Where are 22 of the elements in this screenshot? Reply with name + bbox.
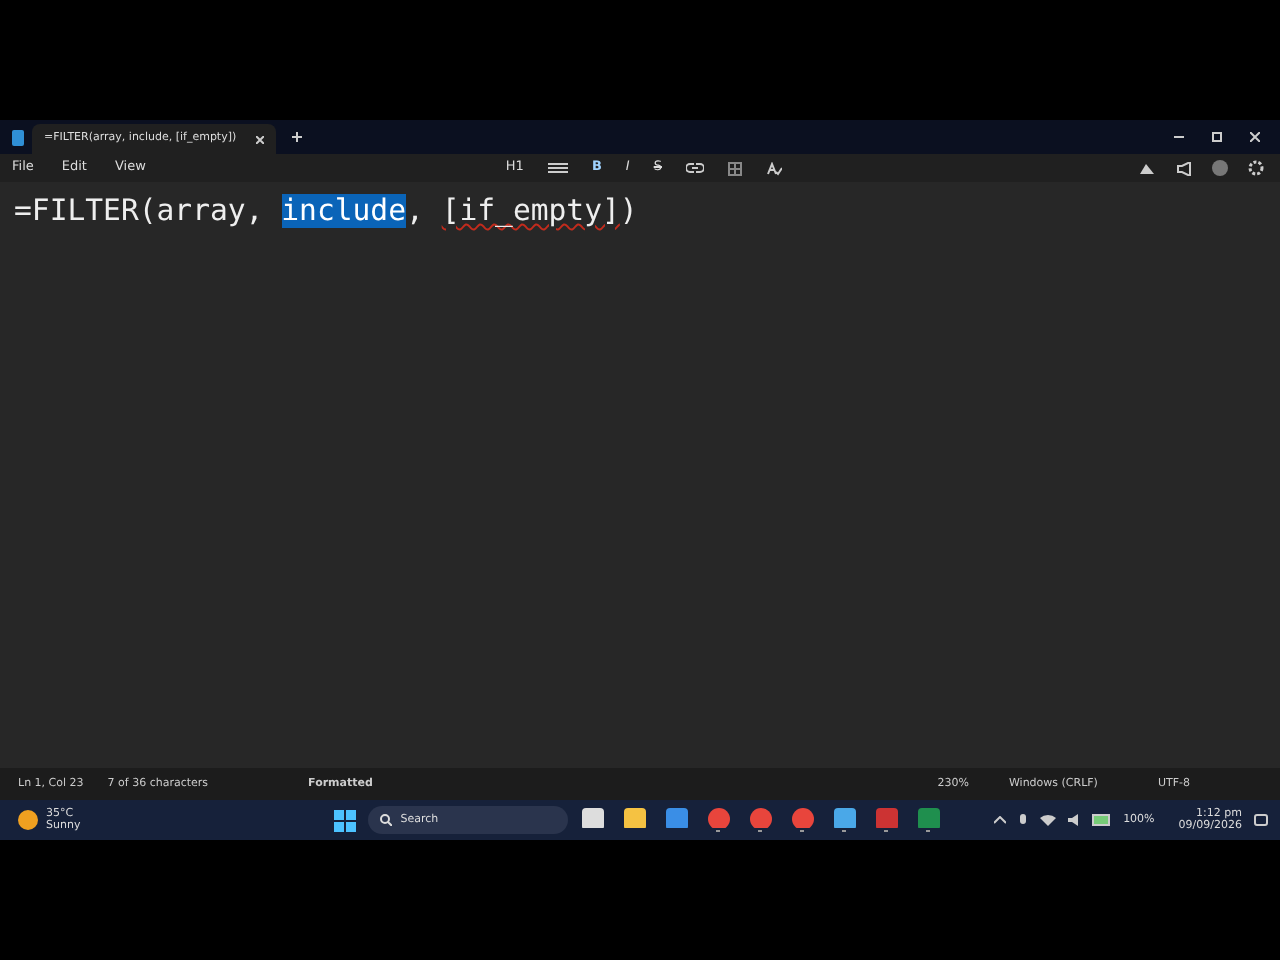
speaker-icon[interactable] bbox=[1067, 814, 1080, 826]
link-icon[interactable] bbox=[685, 162, 704, 174]
microphone-icon[interactable] bbox=[1017, 813, 1028, 827]
new-tab-icon[interactable] bbox=[292, 132, 303, 142]
restore-icon[interactable] bbox=[1212, 132, 1222, 142]
notification-icon[interactable] bbox=[1254, 813, 1268, 827]
app-icon[interactable] bbox=[581, 808, 604, 829]
table-icon[interactable] bbox=[727, 161, 742, 175]
chevron-icon[interactable] bbox=[993, 816, 1006, 824]
close-icon[interactable] bbox=[256, 135, 265, 143]
search-icon bbox=[380, 814, 393, 826]
editor-text[interactable]: =FILTER(array, include, [if_empty]) bbox=[14, 194, 1266, 230]
battery-icon[interactable] bbox=[1091, 814, 1112, 826]
start-icon[interactable] bbox=[334, 809, 357, 831]
close-icon[interactable] bbox=[1250, 132, 1260, 142]
sun-icon[interactable] bbox=[18, 810, 38, 830]
wifi-icon[interactable] bbox=[1039, 814, 1056, 826]
megaphone-icon[interactable] bbox=[1176, 161, 1192, 175]
list-icon[interactable] bbox=[547, 162, 568, 174]
spellcheck-icon[interactable] bbox=[765, 161, 782, 175]
settings-icon[interactable] bbox=[1248, 160, 1264, 176]
profile-icon[interactable] bbox=[1212, 160, 1228, 176]
